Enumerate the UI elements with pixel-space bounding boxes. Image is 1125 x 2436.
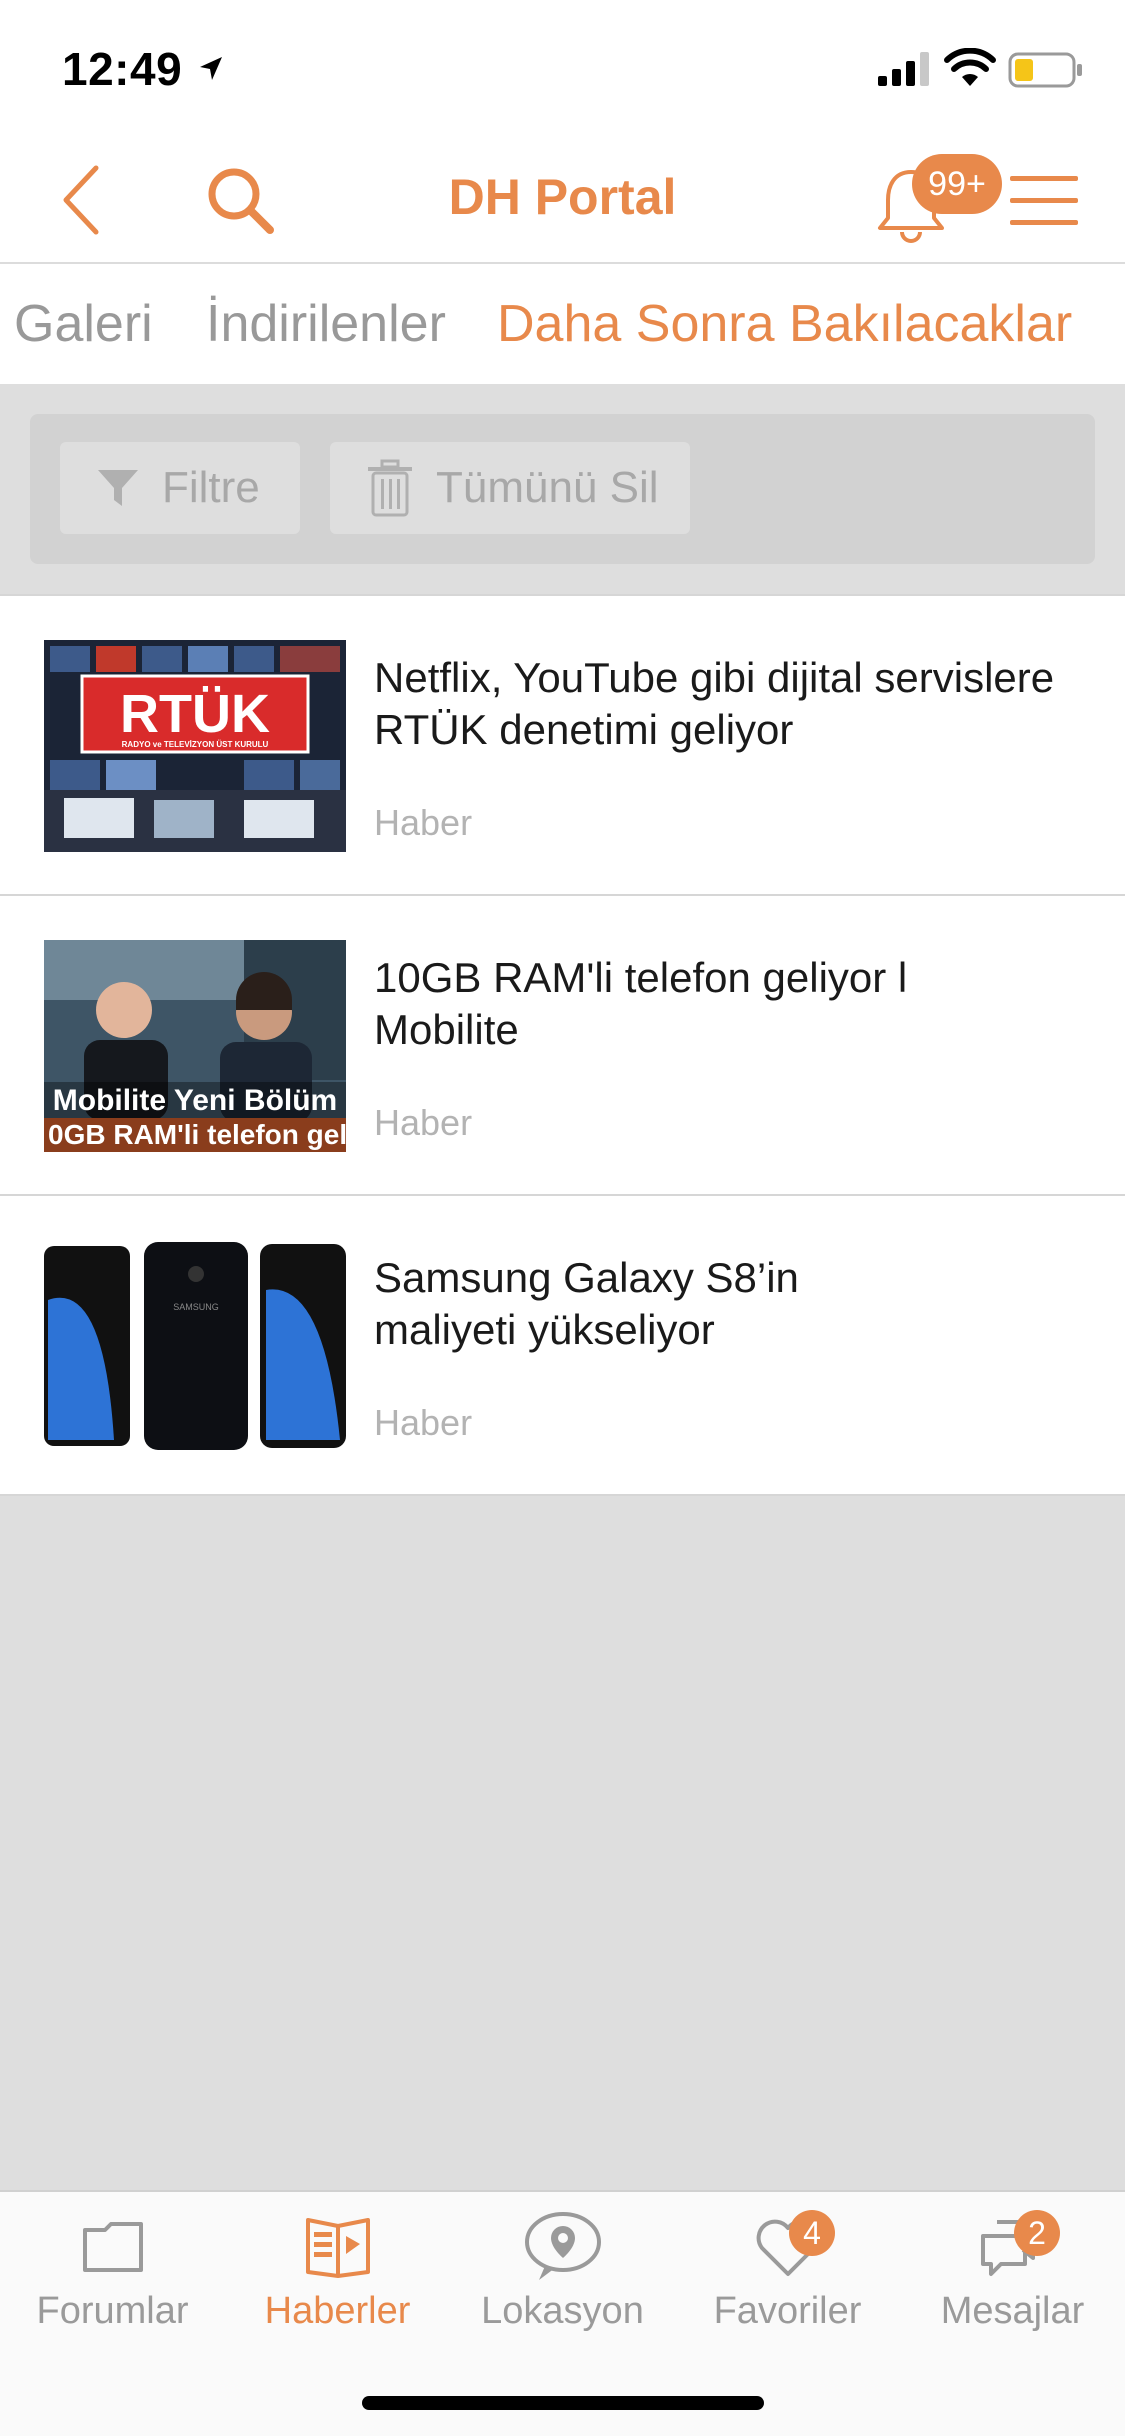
battery-icon <box>1008 52 1082 88</box>
thumbnail-rtuk-subtext: RADYO ve TELEVİZYON ÜST KURULU <box>122 740 269 749</box>
filter-toolbar: Filtre Tümünü Sil <box>30 414 1095 564</box>
item-title: Netflix, YouTube gibi dijital servislere… <box>374 654 1055 753</box>
tab-indirilenler[interactable]: İndirilenler <box>206 294 446 354</box>
delete-all-label: Tümünü Sil <box>436 463 659 512</box>
filter-funnel-icon <box>98 470 138 506</box>
status-time: 12:49 <box>62 43 183 95</box>
tabbar-label: Mesajlar <box>940 2290 1085 2332</box>
hamburger-menu-icon[interactable] <box>1010 170 1078 230</box>
thumbnail-mobilite-text: Mobilite Yeni Bölüm <box>53 1084 337 1117</box>
location-icon <box>524 2212 601 2280</box>
filter-area: Filtre Tümünü Sil <box>0 384 1125 594</box>
status-bar: 12:49 <box>0 0 1125 132</box>
list-item[interactable]: Mobilite Yeni Bölüm 0GB RAM'li telefon g… <box>0 896 1125 1196</box>
notification-badge: 99+ <box>912 154 1002 214</box>
filter-button[interactable]: Filtre <box>60 442 300 534</box>
delete-all-button[interactable]: Tümünü Sil <box>330 442 690 534</box>
saved-items-list: RTÜK RADYO ve TELEVİZYON ÜST KURULU Netf… <box>0 594 1125 1496</box>
cellular-signal-icon <box>878 52 929 86</box>
tabbar-mesajlar[interactable]: 2 Mesajlar <box>900 2210 1125 2350</box>
tabbar-favoriler[interactable]: 4 Favoriler <box>675 2210 900 2350</box>
empty-area <box>0 1496 1125 2190</box>
tabbar-label: Favoriler <box>713 2290 862 2332</box>
list-item[interactable]: SAMSUNG Samsung Galaxy S8’in maliyeti yü… <box>0 1196 1125 1496</box>
favoriler-badge: 4 <box>789 2210 835 2256</box>
tabbar-haberler[interactable]: Haberler <box>225 2210 450 2350</box>
tabbar-label: Forumlar <box>36 2290 189 2332</box>
thumbnail-samsung-text: SAMSUNG <box>173 1302 219 1312</box>
tabbar-label: Haberler <box>264 2290 411 2332</box>
thumbnail-rtuk: RTÜK RADYO ve TELEVİZYON ÜST KURULU <box>44 640 346 852</box>
tabbar-label: Lokasyon <box>481 2290 644 2332</box>
item-category: Haber <box>374 802 473 843</box>
news-icon <box>305 2218 370 2278</box>
nav-bar: DH Portal 99+ <box>0 132 1125 264</box>
thumbnail-mobilite: Mobilite Yeni Bölüm 0GB RAM'li telefon g… <box>44 940 346 1152</box>
thumbnail-samsung: SAMSUNG <box>44 1240 346 1452</box>
wifi-icon <box>944 48 996 86</box>
tabbar-forumlar[interactable]: Forumlar <box>0 2210 225 2350</box>
item-category: Haber <box>374 1402 473 1443</box>
item-title: Samsung Galaxy S8’in maliyeti yükseliyor <box>374 1254 799 1353</box>
thumbnail-mobilite-subtext: 0GB RAM'li telefon geliy <box>48 1119 346 1150</box>
trash-icon <box>368 459 412 517</box>
filter-label: Filtre <box>162 463 260 512</box>
mesajlar-badge: 2 <box>1014 2210 1060 2256</box>
location-arrow-icon <box>200 57 222 80</box>
item-category: Haber <box>374 1102 473 1143</box>
item-title: 10GB RAM'li telefon geliyor l Mobilite <box>374 954 908 1053</box>
tab-galeri[interactable]: Galeri <box>14 294 153 354</box>
home-indicator[interactable] <box>362 2396 764 2410</box>
tabbar-lokasyon[interactable]: Lokasyon <box>450 2210 675 2350</box>
thumbnail-rtuk-text: RTÜK <box>120 684 270 744</box>
folder-icon <box>82 2222 143 2272</box>
list-item[interactable]: RTÜK RADYO ve TELEVİZYON ÜST KURULU Netf… <box>0 596 1125 896</box>
tab-daha-sonra-bakilacaklar[interactable]: Daha Sonra Bakılacaklar <box>497 294 1072 354</box>
segment-tabs: Galeri İndirilenler Daha Sonra Bakılacak… <box>0 266 1125 384</box>
